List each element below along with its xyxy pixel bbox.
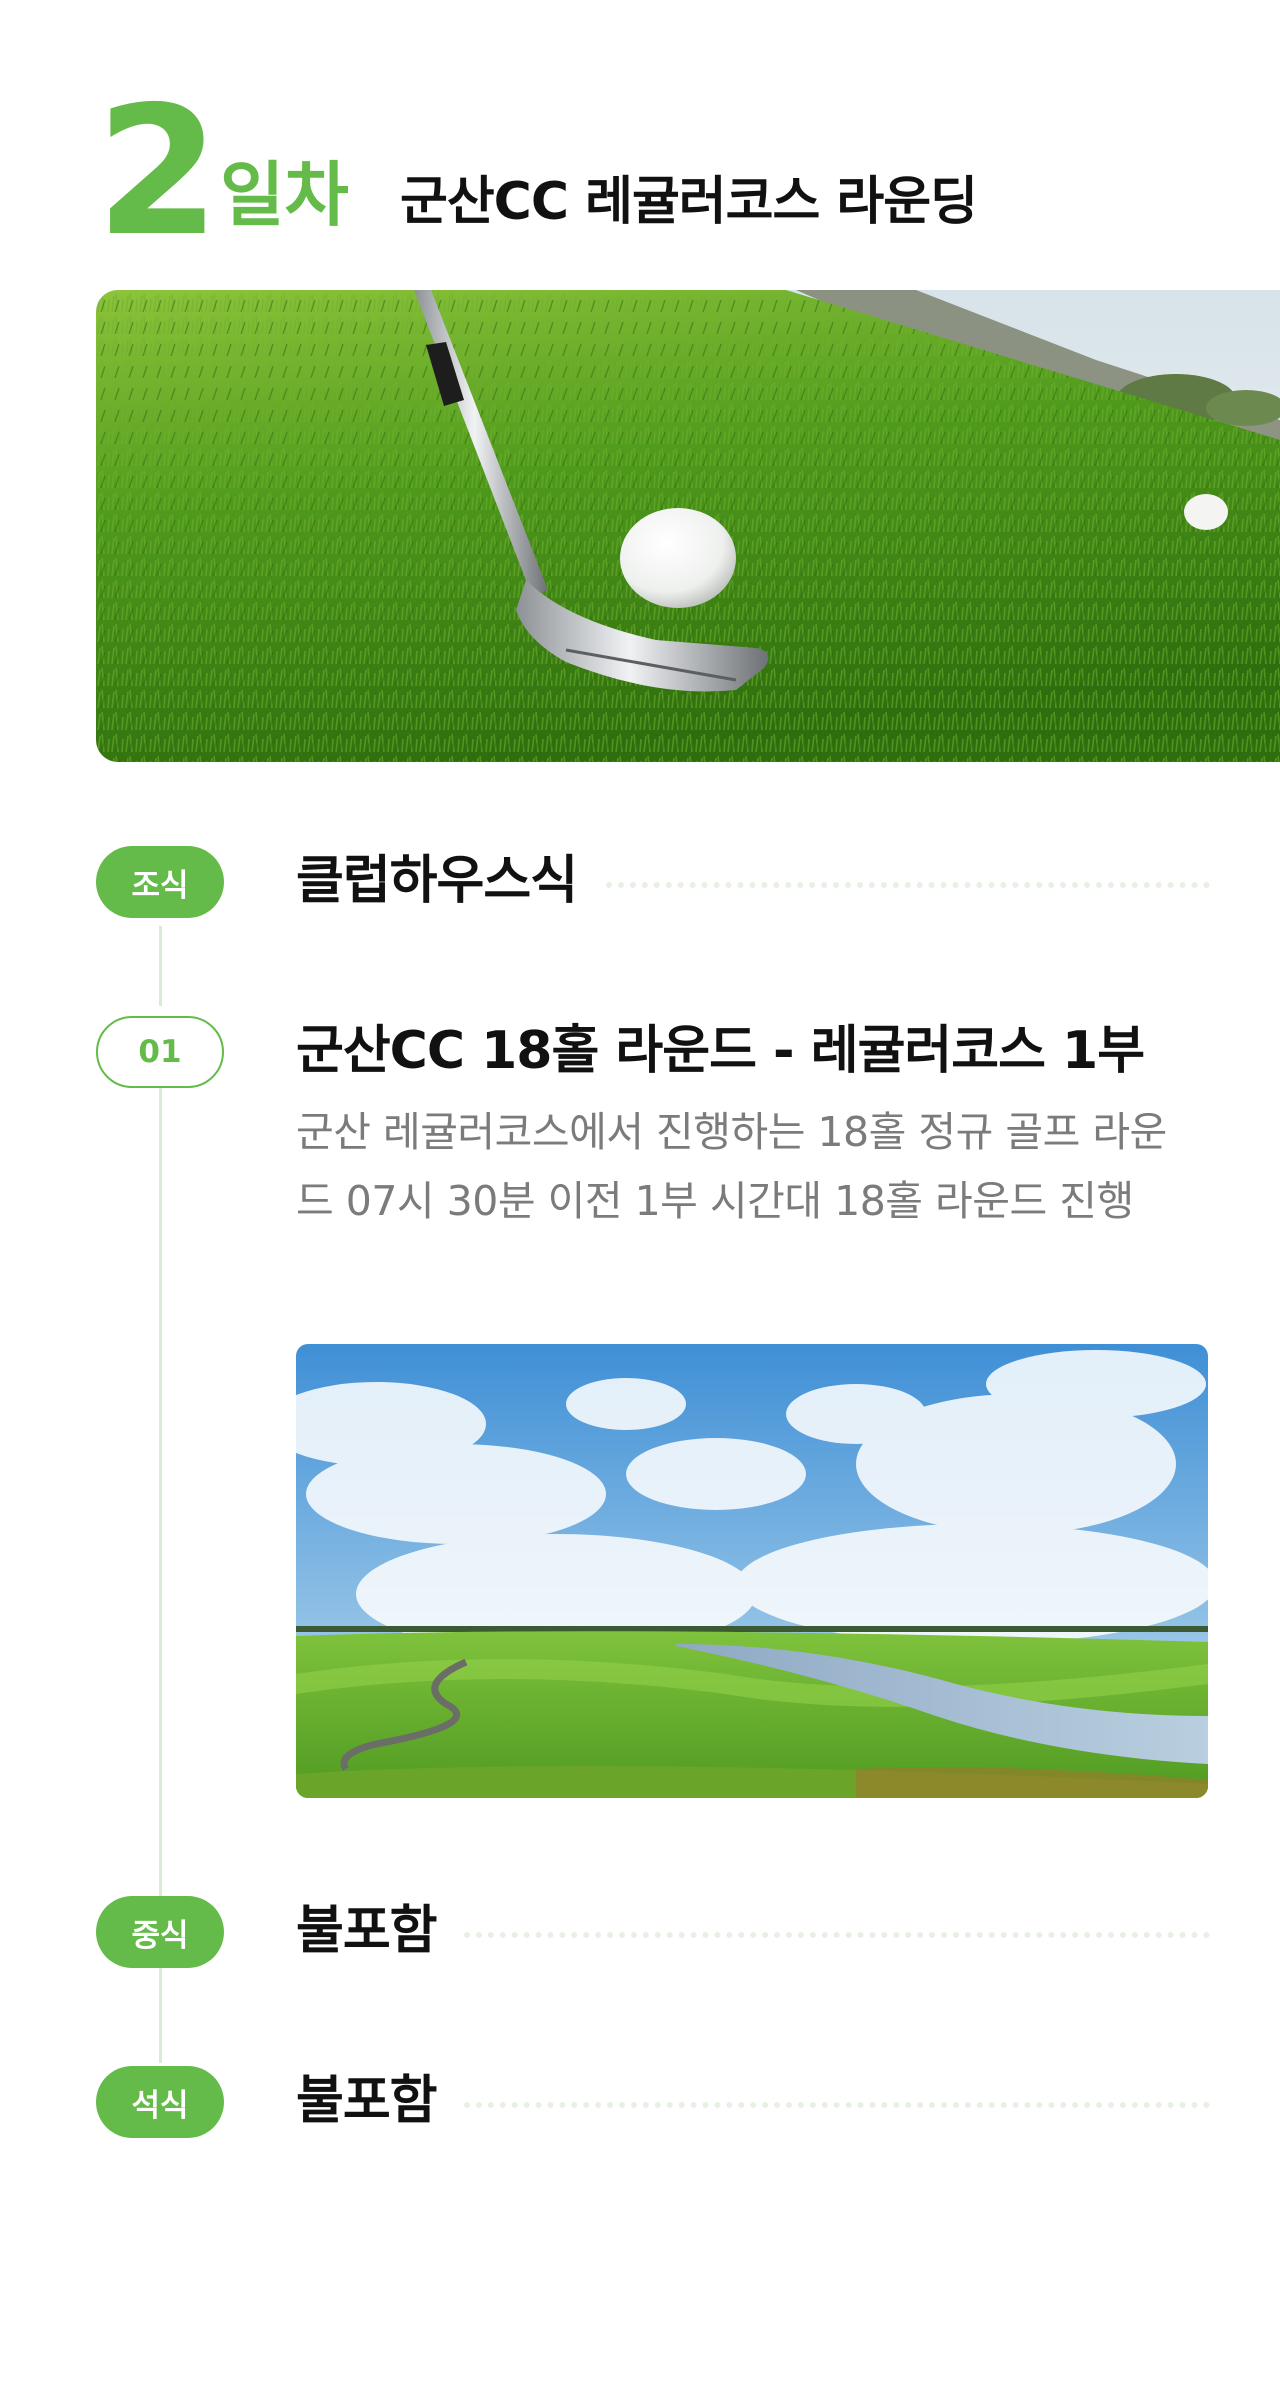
day-header: 2 일차 군산CC 레귤러코스 라운딩: [96, 68, 1236, 275]
item-description: 군산 레귤러코스에서 진행하는 18홀 정규 골프 라운드 07시 30분 이전…: [296, 1108, 1167, 1225]
lunch-tag: 중식: [96, 1896, 224, 1968]
day-number: 2: [96, 68, 220, 275]
dotted-leader: [464, 1932, 1210, 1938]
item-number-badge: 01: [96, 1016, 224, 1088]
item-title: 군산CC 18홀 라운드 - 레귤러코스 1부: [296, 1021, 1145, 1081]
hero-golf-photo: [96, 290, 1280, 762]
dotted-leader: [464, 2102, 1210, 2108]
breakfast-value: 클럽하우스식: [296, 851, 578, 911]
dinner-value: 불포함: [296, 2071, 438, 2131]
breakfast-tag: 조식: [96, 846, 224, 918]
golf-course-lake-photo-icon: [296, 1344, 1208, 1798]
day-unit: 일차: [220, 154, 349, 236]
timeline-connector: [159, 926, 162, 1006]
day-title: 군산CC 레귤러코스 라운딩: [400, 172, 978, 232]
golf-course-photo: [296, 1344, 1208, 1798]
timeline-connector: [159, 1088, 162, 1896]
golf-club-ball-photo-icon: [96, 290, 1280, 762]
dinner-tag: 석식: [96, 2066, 224, 2138]
timeline-connector: [159, 1968, 162, 2063]
lunch-value: 불포함: [296, 1901, 438, 1961]
dotted-leader: [606, 882, 1210, 888]
